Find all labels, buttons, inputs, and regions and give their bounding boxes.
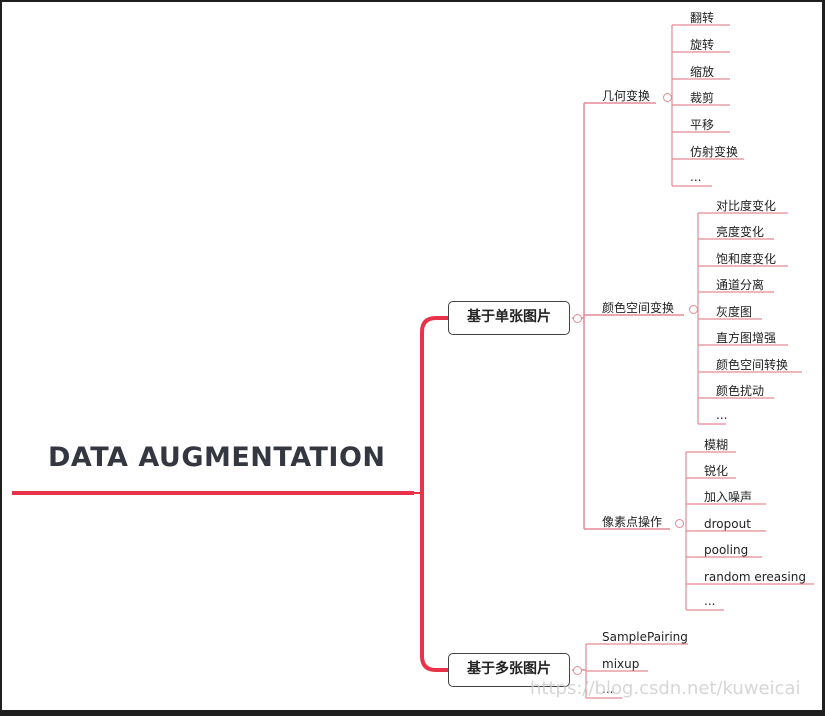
geometric-item[interactable]: 翻转 <box>690 11 714 25</box>
collapse-toggle-pixel[interactable] <box>675 519 684 528</box>
pixel-item[interactable]: ... <box>704 594 715 608</box>
trunk-single <box>420 316 448 493</box>
multi-item[interactable]: mixup <box>602 657 639 671</box>
pixel-item[interactable]: 锐化 <box>704 464 728 478</box>
topic-pixel[interactable]: 像素点操作 <box>602 515 662 529</box>
topic-single-image[interactable]: 基于单张图片 <box>448 301 570 335</box>
color-item[interactable]: 直方图增强 <box>716 331 776 345</box>
color-item[interactable]: 颜色空间转换 <box>716 358 788 372</box>
pixel-item[interactable]: pooling <box>704 543 748 557</box>
geometric-item[interactable]: 裁剪 <box>690 91 714 105</box>
color-item[interactable]: 通道分离 <box>716 278 764 292</box>
geometric-item[interactable]: ... <box>690 170 701 184</box>
collapse-toggle-single[interactable] <box>573 314 582 323</box>
topic-geometric[interactable]: 几何变换 <box>602 89 650 103</box>
collapse-toggle-multi[interactable] <box>573 666 582 675</box>
multi-item[interactable]: SamplePairing <box>602 630 688 644</box>
color-item[interactable]: 灰度图 <box>716 305 752 319</box>
geometric-item[interactable]: 平移 <box>690 118 714 132</box>
watermark-url: https://blog.csdn.net/kuweicai <box>530 678 801 699</box>
pixel-item[interactable]: 模糊 <box>704 438 728 452</box>
color-item[interactable]: ... <box>716 408 727 422</box>
root-topic[interactable]: DATA AUGMENTATION <box>48 442 386 473</box>
pixel-item[interactable]: random ereasing <box>704 570 806 584</box>
trunk-multi <box>420 493 448 672</box>
mindmap-canvas: DATA AUGMENTATION 基于单张图片 基于多张图片 几何变换 颜色空… <box>2 2 822 710</box>
color-item[interactable]: 亮度变化 <box>716 225 764 239</box>
color-item[interactable]: 饱和度变化 <box>716 252 776 266</box>
geometric-item[interactable]: 旋转 <box>690 38 714 52</box>
mindmap-connectors <box>12 24 814 699</box>
geometric-item[interactable]: 缩放 <box>690 65 714 79</box>
color-item[interactable]: 颜色扰动 <box>716 384 764 398</box>
pixel-item[interactable]: 加入噪声 <box>704 490 752 504</box>
pixel-item[interactable]: dropout <box>704 517 751 531</box>
collapse-toggle-color[interactable] <box>689 305 698 314</box>
collapse-toggle-geometric[interactable] <box>663 93 672 102</box>
color-item[interactable]: 对比度变化 <box>716 199 776 213</box>
topic-color-space[interactable]: 颜色空间变换 <box>602 301 674 315</box>
geometric-item[interactable]: 仿射变换 <box>690 145 738 159</box>
